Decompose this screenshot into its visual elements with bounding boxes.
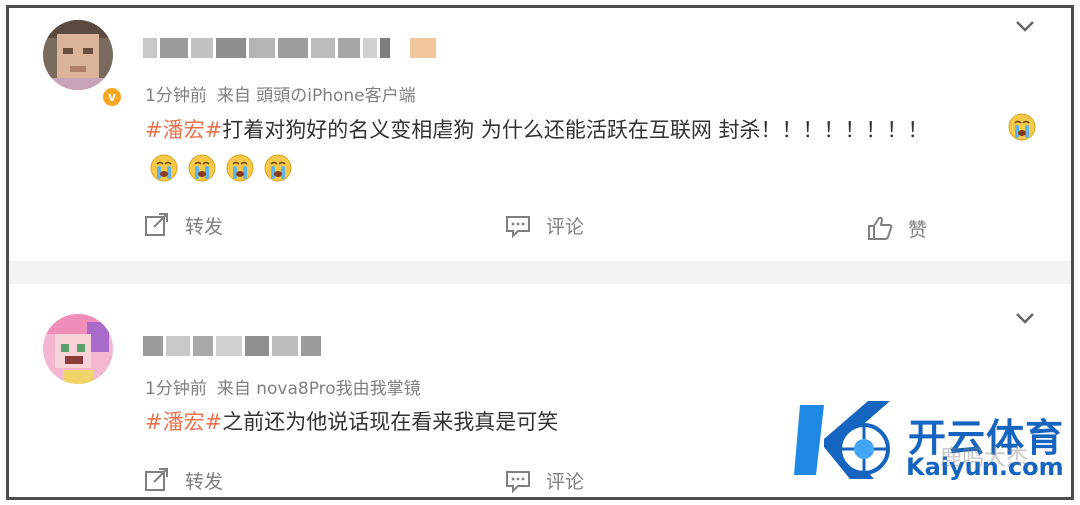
avatar[interactable] (43, 314, 113, 384)
comment-label: 评论 (546, 470, 585, 493)
share-icon (145, 213, 168, 236)
post-meta: 1分钟前 来自 nova8Pro我由我掌镜 (145, 374, 421, 399)
weibo-post: v 1分钟前 来自 頭頭のiPhone客户端 #潘宏#打着对狗好的名义变相虐狗 为… (9, 8, 1071, 261)
crying-face-icon (1008, 113, 1036, 141)
repost-label: 转发 (185, 215, 224, 238)
comment-icon (506, 216, 530, 239)
username-blurred[interactable] (143, 38, 436, 58)
like-label: 赞 (908, 218, 928, 241)
post-source: 来自 頭頭のiPhone客户端 (216, 86, 416, 106)
topic-link[interactable]: #潘宏# (145, 118, 222, 142)
brand-logo-icon (794, 401, 890, 479)
avatar[interactable] (43, 20, 113, 90)
like-button[interactable]: 赞 (866, 214, 927, 242)
crying-face-icon (226, 154, 254, 182)
repost-button[interactable]: 转发 (143, 466, 223, 494)
emoji-row (149, 153, 293, 183)
post-body: 之前还为他说话现在看来我真是可笑 (222, 410, 559, 434)
post-text: #潘宏#打着对狗好的名义变相虐狗 为什么还能活跃在互联网 封杀！！！！！！！！ (145, 114, 929, 144)
verified-badge-icon: v (101, 86, 123, 108)
crying-face-icon (264, 154, 292, 182)
chevron-down-icon[interactable] (1015, 20, 1035, 34)
watermark-faint-text: 鹿鸣大杰 (940, 446, 1029, 471)
comment-icon (506, 471, 530, 494)
repost-button[interactable]: 转发 (143, 211, 223, 239)
post-meta: 1分钟前 来自 頭頭のiPhone客户端 (145, 81, 416, 106)
topic-link[interactable]: #潘宏# (145, 410, 222, 434)
comment-label: 评论 (546, 215, 585, 238)
crying-face-icon (150, 154, 178, 182)
repost-label: 转发 (185, 470, 224, 493)
chevron-down-icon[interactable] (1015, 312, 1035, 326)
share-icon (145, 468, 168, 491)
post-time[interactable]: 1分钟前 (145, 86, 207, 106)
crying-face-icon (188, 154, 216, 182)
post-time[interactable]: 1分钟前 (145, 379, 207, 399)
comment-button[interactable]: 评论 (504, 466, 584, 494)
username-blurred[interactable] (143, 336, 321, 356)
post-text: #潘宏#之前还为他说话现在看来我真是可笑 (145, 406, 558, 436)
post-source: 来自 nova8Pro我由我掌镜 (216, 379, 421, 399)
post-body: 打着对狗好的名义变相虐狗 为什么还能活跃在互联网 封杀！！！！！！！！ (222, 118, 929, 142)
comment-button[interactable]: 评论 (504, 211, 584, 239)
thumbs-up-icon (868, 216, 893, 240)
